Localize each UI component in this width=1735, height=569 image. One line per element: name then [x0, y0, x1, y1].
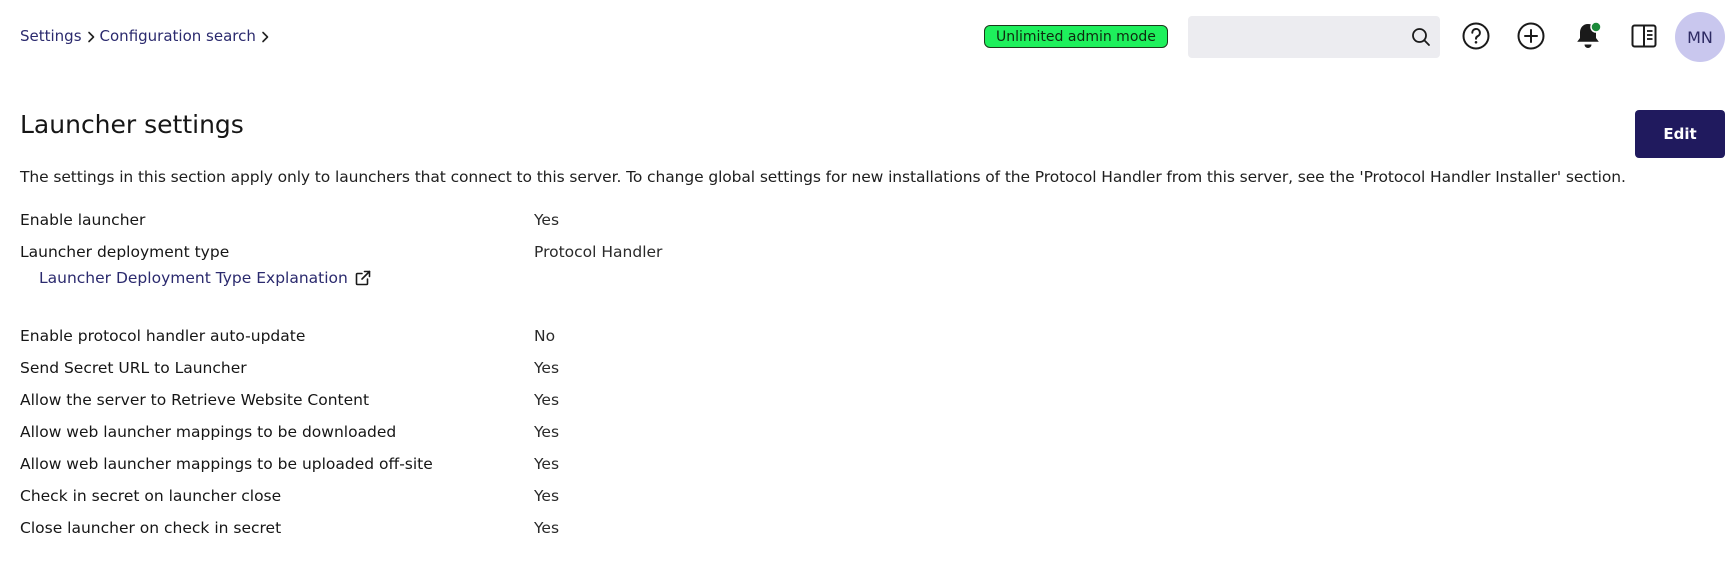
page-title: Launcher settings [20, 110, 244, 139]
setting-value: Yes [534, 487, 560, 505]
setting-label: Close launcher on check in secret [20, 519, 282, 537]
chevron-right-icon [256, 27, 274, 45]
edit-button[interactable]: Edit [1635, 110, 1725, 158]
setting-label: Send Secret URL to Launcher [20, 359, 247, 377]
setting-value: Yes [534, 423, 560, 441]
setting-label: Check in secret on launcher close [20, 487, 282, 505]
setting-row-mappings-uploaded: Allow web launcher mappings to be upload… [20, 453, 1020, 485]
search-box [1188, 16, 1440, 58]
search-input[interactable] [1188, 16, 1410, 58]
setting-value: Yes [534, 391, 560, 409]
panel-toggle-icon [1631, 24, 1657, 48]
add-button[interactable] [1514, 19, 1548, 53]
link-label: Launcher Deployment Type Explanation [39, 269, 348, 287]
setting-row-enable-launcher: Enable launcher Yes [20, 209, 1020, 241]
setting-value: Protocol Handler [534, 243, 663, 261]
setting-value: Yes [534, 211, 560, 229]
setting-row-close-on-check-in: Close launcher on check in secret Yes [20, 517, 1020, 549]
setting-row-send-secret-url: Send Secret URL to Launcher Yes [20, 357, 1020, 389]
section-description: The settings in this section apply only … [20, 168, 1626, 186]
add-icon [1517, 22, 1545, 50]
notifications-button[interactable] [1571, 19, 1605, 53]
help-icon [1462, 22, 1490, 50]
setting-row-check-in-on-close: Check in secret on launcher close Yes [20, 485, 1020, 517]
external-link-icon [355, 270, 371, 286]
breadcrumb-configuration-search[interactable]: Configuration search [100, 27, 256, 45]
panel-toggle-button[interactable] [1627, 19, 1661, 53]
setting-label: Allow web launcher mappings to be downlo… [20, 423, 397, 441]
setting-label: Enable launcher [20, 211, 146, 229]
setting-row-protocol-auto-update: Enable protocol handler auto-update No [20, 325, 1020, 357]
breadcrumb: Settings Configuration search [20, 27, 274, 45]
avatar[interactable]: MN [1675, 12, 1725, 62]
setting-value: No [534, 327, 556, 345]
setting-row-launcher-deployment-type: Launcher deployment type Protocol Handle… [20, 241, 1020, 325]
setting-row-mappings-downloaded: Allow web launcher mappings to be downlo… [20, 421, 1020, 453]
setting-value: Yes [534, 359, 560, 377]
admin-mode-badge[interactable]: Unlimited admin mode [984, 25, 1168, 48]
top-bar: Settings Configuration search Unlimited … [0, 0, 1735, 76]
bell-icon [1577, 21, 1602, 48]
search-icon[interactable] [1410, 26, 1432, 48]
breadcrumb-settings[interactable]: Settings [20, 27, 82, 45]
setting-row-retrieve-website-content: Allow the server to Retrieve Website Con… [20, 389, 1020, 421]
help-button[interactable] [1459, 19, 1493, 53]
chevron-right-icon [82, 27, 100, 45]
setting-label: Enable protocol handler auto-update [20, 327, 306, 345]
setting-label: Allow the server to Retrieve Website Con… [20, 391, 370, 409]
deployment-type-explanation-link[interactable]: Launcher Deployment Type Explanation [39, 269, 372, 287]
setting-value: Yes [534, 455, 560, 473]
setting-value: Yes [534, 519, 560, 537]
setting-label: Launcher deployment type [20, 243, 230, 261]
setting-label: Allow web launcher mappings to be upload… [20, 455, 433, 473]
settings-list: Enable launcher Yes Launcher deployment … [20, 209, 1020, 549]
page: Settings Configuration search Unlimited … [0, 0, 1735, 569]
